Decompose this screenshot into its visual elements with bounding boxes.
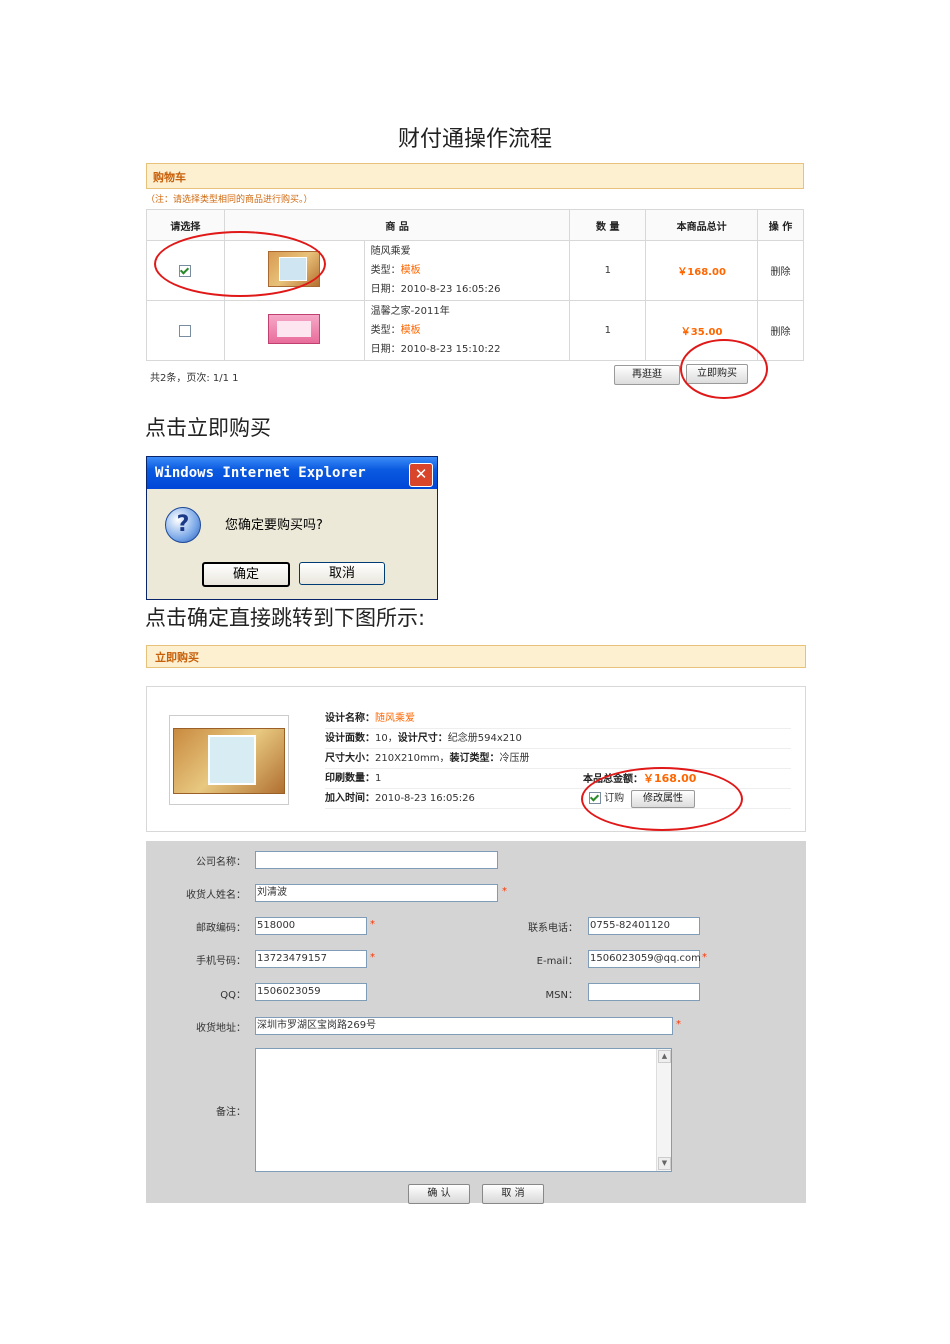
- product-date: 日期：2010-8-23 15:10:22: [370, 344, 501, 355]
- dialog-titlebar[interactable]: Windows Internet Explorer ✕: [147, 457, 437, 489]
- remark-textarea[interactable]: ▲ ▼: [255, 1048, 672, 1172]
- design-pages-row: 设计面数：10，设计尺寸：纪念册594x210: [325, 729, 791, 749]
- product-date: 日期：2010-8-23 16:05:26: [370, 284, 501, 295]
- delete-link[interactable]: 删除: [757, 240, 804, 301]
- annotation-circle: [581, 767, 743, 831]
- mobile-label: 手机号码：: [196, 956, 246, 967]
- annotation-circle: [680, 339, 768, 399]
- product-thumbnail[interactable]: [268, 314, 321, 344]
- design-size-label: 设计尺寸：: [397, 733, 448, 744]
- cart-pager: 共2条，页次: 1/1 1: [150, 373, 239, 384]
- phone-input[interactable]: 0755-82401120: [588, 917, 700, 935]
- product-qty: 1: [569, 240, 647, 301]
- binding-value: 冷压册: [499, 753, 530, 764]
- design-pages-label: 设计面数：: [325, 733, 375, 744]
- cart-note: （注：请选择类型相同的商品进行购买。）: [146, 195, 313, 205]
- binding-label: 装订类型：: [449, 753, 500, 764]
- col-action: 操 作: [757, 209, 804, 241]
- product-image[interactable]: [169, 715, 289, 805]
- shopping-cart-panel: 购物车 （注：请选择类型相同的商品进行购买。） 请选择 商 品 数 量 本商品总…: [146, 163, 806, 399]
- col-quantity: 数 量: [569, 209, 647, 241]
- buy-now-header: 立即购买: [146, 645, 806, 668]
- product-type-label: 类型：: [370, 325, 401, 336]
- scroll-up-icon[interactable]: ▲: [658, 1050, 671, 1063]
- confirm-button[interactable]: 确 认: [408, 1184, 470, 1204]
- print-qty-label: 印刷数量：: [325, 773, 375, 784]
- required-mark: *: [370, 952, 375, 963]
- remark-label: 备注：: [216, 1107, 246, 1118]
- confirm-dialog: Windows Internet Explorer ✕ ? 您确定要购买吗? 确…: [146, 456, 438, 600]
- email-label: E-mail：: [536, 956, 578, 967]
- added-time-label: 加入时间：: [325, 793, 375, 804]
- product-total: ￥168.00: [645, 240, 759, 301]
- msn-input[interactable]: [588, 983, 700, 1001]
- receiver-input[interactable]: 刘清波: [255, 884, 498, 902]
- document-title: 财付通操作流程: [397, 127, 552, 152]
- continue-shopping-button[interactable]: 再逛逛: [614, 365, 680, 385]
- close-icon[interactable]: ✕: [409, 463, 433, 487]
- phone-label: 联系电话：: [528, 923, 578, 934]
- buy-now-header-title: 立即购买: [155, 651, 199, 664]
- product-name[interactable]: 温馨之家-2011年: [371, 302, 569, 321]
- required-mark: *: [702, 952, 707, 963]
- annotation-circle: [154, 231, 326, 297]
- design-name-value[interactable]: 随风乘爱: [375, 713, 415, 724]
- zip-label: 邮政编码：: [196, 923, 246, 934]
- row-checkbox[interactable]: [179, 324, 192, 337]
- mobile-input[interactable]: 13723479157: [255, 950, 367, 968]
- caption-click-buy: 点击立即购买: [145, 416, 271, 440]
- dialog-title: Windows Internet Explorer: [155, 465, 366, 481]
- dimension-row: 尺寸大小：210X210mm，装订类型：冷压册: [325, 749, 791, 769]
- design-pages-value: 10，: [375, 733, 398, 744]
- product-qty: 1: [569, 300, 647, 361]
- company-input[interactable]: [255, 851, 498, 869]
- cart-header-title: 购物车: [153, 171, 186, 184]
- print-qty-value: 1: [375, 773, 382, 784]
- zip-input[interactable]: 518000: [255, 917, 367, 935]
- required-mark: *: [676, 1019, 681, 1030]
- product-name[interactable]: 随风乘爱: [371, 242, 569, 261]
- question-icon: ?: [165, 507, 201, 543]
- required-mark: *: [502, 886, 507, 897]
- delete-link[interactable]: 删除: [757, 300, 804, 361]
- company-label: 公司名称：: [196, 857, 246, 868]
- scroll-down-icon[interactable]: ▼: [658, 1157, 671, 1170]
- product-type-value: 模板: [400, 265, 421, 276]
- product-type-value: 模板: [400, 325, 421, 336]
- qq-label: QQ：: [220, 990, 246, 1001]
- qq-input[interactable]: 1506023059: [255, 983, 367, 1001]
- added-time-value: 2010-8-23 16:05:26: [375, 793, 475, 804]
- col-total: 本商品总计: [645, 209, 759, 241]
- msn-label: MSN：: [545, 990, 578, 1001]
- receiver-label: 收货人姓名：: [186, 890, 246, 901]
- email-input[interactable]: 1506023059@qq.com: [588, 950, 701, 968]
- textarea-scrollbar[interactable]: ▲ ▼: [656, 1049, 671, 1171]
- required-mark: *: [370, 919, 375, 930]
- address-input[interactable]: 深圳市罗湖区宝岗路269号: [255, 1017, 673, 1035]
- product-type-label: 类型：: [370, 265, 401, 276]
- cancel-button[interactable]: 取消: [299, 562, 385, 585]
- product-summary: 设计名称：随风乘爱 设计面数：10，设计尺寸：纪念册594x210 尺寸大小：2…: [146, 686, 806, 832]
- ok-button[interactable]: 确定: [202, 562, 290, 587]
- dimension-label: 尺寸大小：: [325, 753, 375, 764]
- design-size-value: 纪念册594x210: [447, 733, 522, 744]
- cart-header: 购物车: [146, 163, 804, 189]
- design-name-row: 设计名称：随风乘爱: [325, 709, 791, 729]
- address-label: 收货地址：: [196, 1023, 246, 1034]
- dimension-value: 210X210mm，: [375, 753, 450, 764]
- form-cancel-button[interactable]: 取 消: [482, 1184, 544, 1204]
- shipping-form: 公司名称： 收货人姓名： 刘清波 * 邮政编码： 518000 * 联系电话： …: [146, 841, 806, 1204]
- caption-click-ok: 点击确定直接跳转到下图所示:: [145, 606, 426, 630]
- design-name-label: 设计名称：: [325, 713, 375, 724]
- dialog-message: 您确定要购买吗?: [225, 518, 323, 533]
